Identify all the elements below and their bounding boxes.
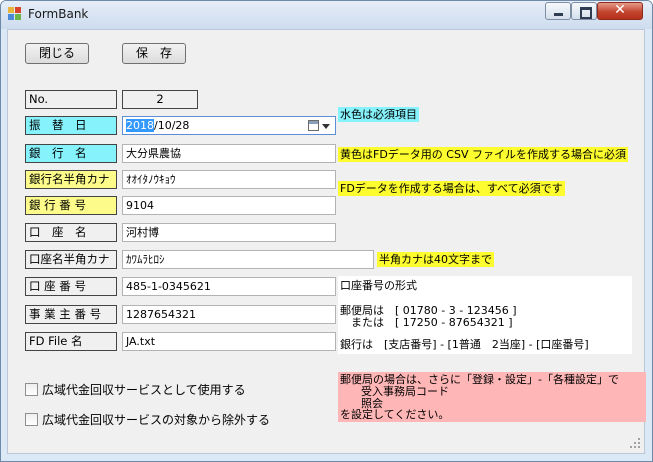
app-icon xyxy=(8,7,22,21)
account-name-input[interactable]: 河村博 xyxy=(122,223,336,242)
exclude-wide-area-checkbox-row[interactable]: 広域代金回収サービスの対象から除外する xyxy=(25,410,325,428)
close-window-button[interactable]: ✕ xyxy=(597,2,643,20)
employer-number-label: 事 業 主 番 号 xyxy=(25,305,117,324)
kana-limit-note: 半角カナは40文字まで xyxy=(377,252,494,267)
account-kana-input[interactable]: ｶﾜﾑﾗﾋﾛｼ xyxy=(122,250,374,269)
fd-file-input[interactable]: JA.txt xyxy=(122,332,336,351)
transfer-date-year: 2018 xyxy=(126,119,154,132)
bank-name-input[interactable]: 大分県農協 xyxy=(122,144,336,163)
account-kana-label: 口座名半角カナ xyxy=(25,250,117,269)
use-wide-area-checkbox-row[interactable]: 広域代金回収サービスとして使用する xyxy=(25,380,325,398)
window-title: FormBank xyxy=(28,7,89,21)
postal-note-line4: を設定してください。 xyxy=(340,408,450,421)
minimize-button[interactable] xyxy=(545,2,571,20)
exclude-wide-area-label: 広域代金回収サービスの対象から除外する xyxy=(42,413,271,427)
transfer-date-rest: /10/28 xyxy=(154,119,190,132)
bank-number-label: 銀 行 番 号 xyxy=(25,196,117,215)
title-bar[interactable]: FormBank ✕ xyxy=(1,1,652,29)
employer-number-input[interactable]: 1287654321 xyxy=(122,305,336,324)
cyan-required-note: 水色は必須項目 xyxy=(338,107,419,122)
exclude-wide-area-checkbox[interactable] xyxy=(25,413,38,426)
use-wide-area-checkbox[interactable] xyxy=(25,383,38,396)
account-number-input[interactable]: 485-1-0345621 xyxy=(122,277,336,296)
account-number-label: 口 座 番 号 xyxy=(25,277,117,296)
chevron-down-icon[interactable] xyxy=(322,124,330,129)
yellow-csv-note: 黄色はFDデータ用の CSV ファイルを作成する場合に必須 xyxy=(338,147,628,162)
postal-setting-note: 郵便局の場合は、さらに「登録・設定」-「各種設定」で 受入事務局コード 照会 を… xyxy=(338,372,646,422)
bank-kana-input[interactable]: ｵｵｲﾀﾉｳｷｮｳ xyxy=(122,170,336,189)
form-client-area: 閉じる 保 存 No. 2 振 替 日 2018/10/28 水色は必須項目 銀… xyxy=(7,29,646,454)
account-name-label: 口 座 名 xyxy=(25,223,117,242)
account-format-heading: 口座番号の形式 xyxy=(340,279,417,292)
use-wide-area-label: 広域代金回収サービスとして使用する xyxy=(42,383,246,397)
close-button[interactable]: 閉じる xyxy=(25,43,89,64)
bank-kana-label: 銀行名半角カナ xyxy=(25,170,117,189)
formbank-window: FormBank ✕ 閉じる 保 存 No. 2 振 替 日 2018/10/2… xyxy=(0,0,653,462)
account-format-panel: 口座番号の形式 郵便局は [ 01780 - 3 - 123456 ] または … xyxy=(338,276,632,354)
transfer-date-label: 振 替 日 xyxy=(25,116,117,135)
account-format-bank: 銀行は [支店番号] - [1普通 2当座] - [口座番号] xyxy=(340,338,589,351)
minimize-icon xyxy=(554,13,563,16)
transfer-date-picker[interactable]: 2018/10/28 xyxy=(122,116,336,135)
maximize-button[interactable] xyxy=(571,2,597,20)
fd-file-label: FD File 名 xyxy=(25,332,117,351)
fd-required-note: FDデータを作成する場合は、すべて必須です xyxy=(338,181,565,196)
no-label: No. xyxy=(25,90,117,109)
bank-number-input[interactable]: 9104 xyxy=(122,196,336,215)
save-button[interactable]: 保 存 xyxy=(122,43,186,64)
account-format-postal-alt: または [ 17250 - 87654321 ] xyxy=(340,316,513,329)
bank-name-label: 銀 行 名 xyxy=(25,144,117,163)
resize-grip[interactable] xyxy=(630,438,642,450)
close-icon: ✕ xyxy=(614,2,626,18)
calendar-icon[interactable] xyxy=(308,120,319,131)
no-value: 2 xyxy=(122,90,198,109)
maximize-icon xyxy=(580,7,592,19)
